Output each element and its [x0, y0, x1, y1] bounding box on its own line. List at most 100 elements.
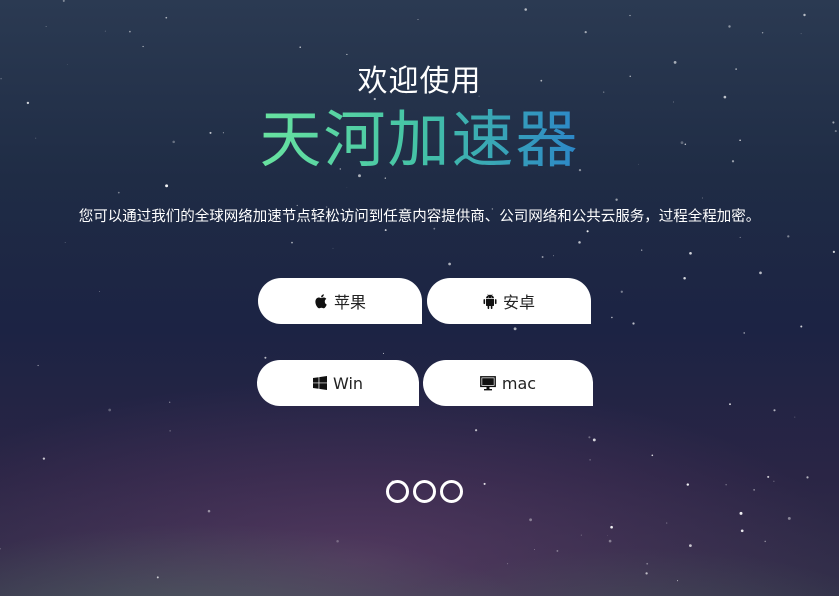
star	[346, 187, 348, 188]
star	[725, 484, 727, 486]
star	[62, 0, 65, 2]
star	[686, 483, 690, 486]
star	[610, 525, 613, 529]
download-mac-button[interactable]: mac	[423, 360, 593, 406]
star	[611, 316, 613, 319]
star	[104, 30, 106, 32]
star	[433, 227, 436, 230]
star	[800, 325, 803, 328]
star	[108, 408, 112, 412]
star	[383, 352, 384, 354]
star	[588, 436, 591, 439]
star	[615, 198, 618, 201]
star	[264, 356, 267, 359]
star	[739, 511, 743, 515]
star	[541, 256, 544, 258]
star	[475, 429, 478, 432]
star	[584, 30, 587, 34]
star	[759, 271, 762, 275]
star	[165, 16, 168, 19]
star	[645, 572, 648, 575]
star	[761, 31, 764, 34]
star	[129, 30, 131, 33]
star	[794, 416, 796, 418]
monitor-icon	[480, 375, 496, 390]
star	[336, 540, 339, 543]
star	[507, 563, 509, 565]
star	[611, 522, 613, 524]
loading-dot	[386, 480, 409, 503]
brand-title-text: 天河加速器	[259, 103, 580, 176]
star	[117, 191, 120, 194]
star	[524, 8, 527, 11]
star	[787, 235, 790, 238]
apple-icon	[315, 294, 327, 309]
star	[832, 250, 836, 254]
star	[448, 262, 451, 266]
star	[64, 242, 66, 243]
star	[787, 516, 791, 520]
star	[592, 438, 596, 442]
star	[142, 45, 144, 48]
star	[764, 540, 766, 543]
star	[728, 25, 731, 28]
download-android-button[interactable]: 安卓	[427, 278, 591, 324]
loading-dot	[413, 480, 436, 503]
star	[651, 454, 654, 457]
star	[589, 459, 591, 461]
star	[739, 236, 741, 238]
star	[169, 401, 171, 403]
tagline: 您可以通过我们的全球网络加速节点轻松访问到任意内容提供商、公司网络和公共云服务，…	[78, 209, 761, 225]
star	[556, 549, 559, 552]
star	[553, 255, 554, 257]
star	[332, 247, 334, 249]
star	[0, 548, 1, 550]
star	[580, 534, 582, 536]
star	[291, 241, 293, 244]
loading-dot	[440, 480, 463, 503]
star	[37, 364, 39, 367]
star	[607, 534, 608, 536]
star	[534, 549, 535, 550]
star	[641, 249, 643, 251]
star	[683, 277, 686, 280]
star	[677, 580, 679, 582]
star	[620, 290, 623, 293]
download-mac-label: mac	[501, 373, 537, 393]
star	[729, 403, 731, 406]
star	[629, 14, 631, 17]
star	[165, 184, 169, 188]
star	[529, 518, 532, 522]
star	[483, 482, 486, 485]
star	[632, 322, 635, 325]
download-android-label: 安卓	[502, 293, 535, 312]
star	[803, 13, 806, 17]
star	[417, 19, 419, 20]
star	[666, 522, 668, 524]
star	[207, 509, 211, 513]
star	[689, 544, 692, 547]
star	[806, 476, 809, 479]
download-windows-button[interactable]: Win	[257, 360, 419, 406]
star	[578, 241, 581, 244]
star	[586, 230, 589, 233]
brand-title: 天河加速器	[0, 102, 839, 178]
star	[740, 529, 744, 533]
star	[346, 53, 348, 55]
star	[513, 327, 517, 331]
star	[773, 409, 776, 412]
star	[42, 457, 46, 460]
star	[753, 489, 755, 491]
star	[384, 229, 387, 232]
star	[608, 539, 612, 543]
star	[800, 33, 802, 35]
windows-icon	[312, 376, 327, 390]
loading-indicator	[386, 480, 463, 503]
download-apple-button[interactable]: 苹果	[258, 278, 422, 324]
star	[299, 46, 301, 48]
star	[773, 480, 775, 482]
star	[701, 197, 703, 199]
star	[45, 26, 47, 27]
star	[646, 562, 649, 565]
welcome-heading: 欢迎使用	[357, 64, 482, 99]
